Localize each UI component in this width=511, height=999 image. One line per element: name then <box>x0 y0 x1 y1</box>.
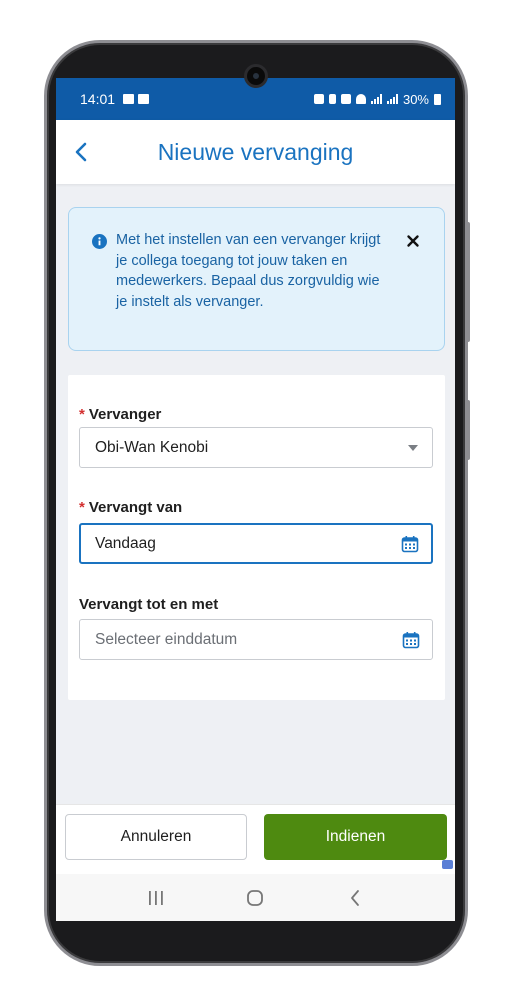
app-header: Nieuwe vervanging <box>56 120 455 184</box>
page-title: Nieuwe vervanging <box>157 138 354 165</box>
front-camera <box>244 64 268 88</box>
info-icon <box>92 234 107 249</box>
chevron-left-icon <box>75 142 87 162</box>
back-button[interactable] <box>70 140 94 164</box>
notification-icons <box>123 94 150 104</box>
vervanger-value: Obi-Wan Kenobi <box>95 438 209 456</box>
caret-down-icon <box>408 444 418 451</box>
recent-apps-icon <box>148 890 163 905</box>
close-icon <box>407 235 419 247</box>
image-notification-icon <box>123 94 135 104</box>
app-notification-icon <box>138 94 150 104</box>
home-button[interactable] <box>235 883 275 913</box>
vervanger-label: * Vervanger <box>79 406 162 423</box>
vervangt-tot-label: Vervangt tot en met <box>79 596 219 613</box>
info-banner: Met het instellen van een vervanger krij… <box>68 207 445 351</box>
vervanger-select[interactable]: Obi-Wan Kenobi <box>79 427 433 468</box>
vervangt-van-label: * Vervangt van <box>79 499 183 516</box>
calendar-icon[interactable] <box>401 535 419 553</box>
power-button <box>466 400 470 460</box>
status-right: 30% <box>313 91 441 107</box>
home-icon <box>247 889 264 906</box>
signal-icon-2 <box>386 94 398 104</box>
wifi-icon <box>355 94 366 104</box>
briefcase-icon <box>442 860 453 869</box>
close-button[interactable] <box>405 233 421 249</box>
volume-button <box>466 222 470 342</box>
info-banner-text: Met het instellen van een vervanger krij… <box>116 232 381 310</box>
bluetooth-icon <box>328 94 336 104</box>
required-mark: * <box>79 406 85 423</box>
vervangt-van-value: Vandaag <box>95 534 156 552</box>
back-nav-button[interactable] <box>335 883 375 913</box>
submit-button[interactable]: Indienen <box>264 814 447 860</box>
phone-screen: 14:01 30% Nieuwe vervanging Met het inst… <box>56 78 455 921</box>
calendar-icon[interactable] <box>402 631 420 649</box>
recent-apps-button[interactable] <box>136 883 176 913</box>
android-nav-bar <box>56 874 455 921</box>
required-mark: * <box>79 499 85 516</box>
battery-icon <box>434 93 441 105</box>
vervangt-tot-placeholder: Selecteer einddatum <box>95 630 238 648</box>
footer-actions: Annuleren Indienen <box>56 804 455 874</box>
vervangt-tot-input[interactable]: Selecteer einddatum <box>79 619 433 660</box>
status-time: 14:01 <box>80 91 116 107</box>
cancel-button[interactable]: Annuleren <box>65 814 247 860</box>
battery-percentage: 30% <box>402 91 429 107</box>
vervangt-van-input[interactable]: Vandaag <box>79 523 433 564</box>
mute-icon <box>340 94 351 104</box>
form-card: * Vervanger Obi-Wan Kenobi * Vervangt van … <box>68 375 445 700</box>
back-nav-icon <box>351 889 360 906</box>
signal-icon <box>370 94 382 104</box>
lock-icon <box>313 94 324 104</box>
